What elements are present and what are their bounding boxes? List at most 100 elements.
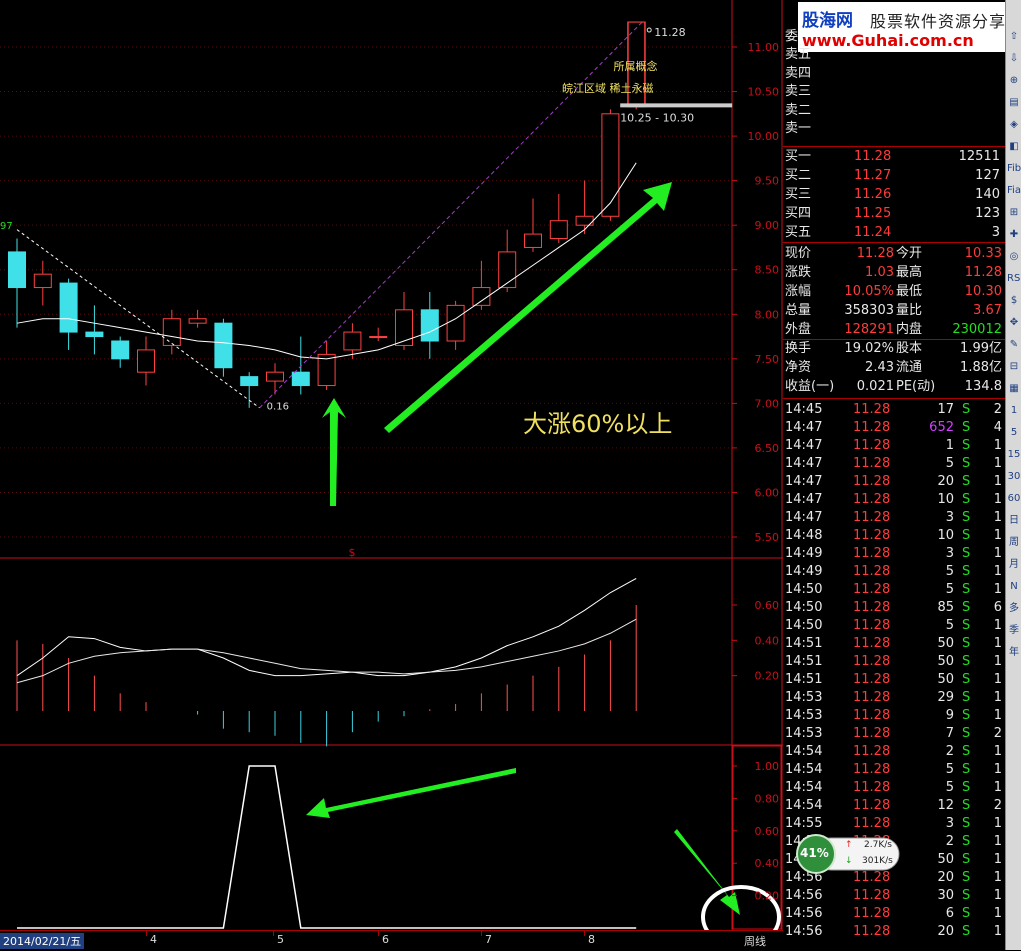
month-tick-label: 5 <box>277 933 284 946</box>
tick-row[interactable]: 14:47 11.28 652 S 4 <box>784 419 1004 437</box>
bid-volume: 127 <box>975 168 1000 183</box>
sidebar-tool-icon[interactable]: 日 <box>1007 514 1021 528</box>
sidebar-tool-icon[interactable]: ⊞ <box>1007 206 1021 220</box>
tick-row[interactable]: 14:51 11.28 50 S 1 <box>784 653 1004 671</box>
sidebar-tool-icon[interactable]: 1 <box>1007 404 1021 418</box>
tick-price: 11.28 <box>853 528 891 543</box>
tick-price: 11.28 <box>853 510 891 525</box>
quote-label: 今开 <box>896 246 923 261</box>
price-axis-label: 10.00 <box>748 130 780 143</box>
tick-row[interactable]: 14:51 11.28 50 S 1 <box>784 671 1004 689</box>
candle-body-down <box>420 309 439 342</box>
tick-row[interactable]: 14:54 11.28 12 S 2 <box>784 797 1004 815</box>
price-axis-label: 9.50 <box>755 175 780 188</box>
quote-label: 涨跌 <box>785 265 812 280</box>
tick-row[interactable]: 14:47 11.28 10 S 1 <box>784 491 1004 509</box>
tick-count: 1 <box>993 546 1002 561</box>
tick-side: S <box>962 762 971 777</box>
macd-axis-label: 0.20 <box>755 670 780 683</box>
bid-label: 买二 <box>785 168 812 183</box>
quote-label: PE(动) <box>896 379 936 394</box>
tick-count: 1 <box>993 582 1002 597</box>
sidebar-tool-icon[interactable]: ⇩ <box>1007 52 1021 66</box>
tick-row[interactable]: 14:53 11.28 9 S 1 <box>784 707 1004 725</box>
sidebar-tool-icon[interactable]: 15 <box>1007 448 1021 462</box>
tick-row[interactable]: 14:54 11.28 5 S 1 <box>784 761 1004 779</box>
ask-label: 卖三 <box>785 84 812 99</box>
tick-row[interactable]: 14:49 11.28 5 S 1 <box>784 563 1004 581</box>
period-label[interactable]: 周线 <box>744 933 766 949</box>
sidebar-tool-icon[interactable]: ✚ <box>1007 228 1021 242</box>
sidebar-tool-icon[interactable]: RSI <box>1007 272 1021 286</box>
sidebar-tool-icon[interactable]: 30 <box>1007 470 1021 484</box>
candle-body-up <box>395 309 413 346</box>
candle-body-down <box>8 251 26 289</box>
sidebar-tool-icon[interactable]: Fia <box>1007 184 1021 198</box>
sidebar-tool-icon[interactable]: ◈ <box>1007 118 1021 132</box>
sidebar-tool-icon[interactable]: 多 <box>1007 602 1021 616</box>
tick-side: S <box>962 906 971 921</box>
sidebar-tool-icon[interactable]: 60 <box>1007 492 1021 506</box>
sidebar-tool-icon[interactable]: ⇧ <box>1007 30 1021 44</box>
tick-volume: 20 <box>937 870 954 885</box>
tick-time: 14:47 <box>785 456 823 471</box>
tick-row[interactable]: 14:56 11.28 20 S 1 <box>784 923 1004 941</box>
sidebar-tool-icon[interactable]: 年 <box>1007 646 1021 660</box>
quote-value: 3.67 <box>973 303 1002 318</box>
tick-time: 14:56 <box>785 924 823 939</box>
tick-row[interactable]: 14:53 11.28 7 S 2 <box>784 725 1004 743</box>
tick-time: 14:47 <box>785 510 823 525</box>
sidebar-tool-icon[interactable]: ◎ <box>1007 250 1021 264</box>
tick-row[interactable]: 14:47 11.28 1 S 1 <box>784 437 1004 455</box>
candle-body-up <box>446 304 465 342</box>
tick-row[interactable]: 14:51 11.28 50 S 1 <box>784 635 1004 653</box>
tick-row[interactable]: 14:50 11.28 85 S 6 <box>784 599 1004 617</box>
tick-row[interactable]: 14:47 11.28 5 S 1 <box>784 455 1004 473</box>
tick-row[interactable]: 14:55 11.28 3 S 1 <box>784 815 1004 833</box>
sidebar-tool-icon[interactable]: ✥ <box>1007 316 1021 330</box>
quote-value: 230012 <box>952 322 1002 337</box>
tick-side: S <box>962 744 971 759</box>
tick-row[interactable]: 14:49 11.28 3 S 1 <box>784 545 1004 563</box>
sidebar-tool-icon[interactable]: 月 <box>1007 558 1021 572</box>
tick-row[interactable]: 14:45 11.28 17 S 2 <box>784 401 1004 419</box>
sidebar-tool-icon[interactable]: ◧ <box>1007 140 1021 154</box>
sidebar-tool-icon[interactable]: ⊟ <box>1007 360 1021 374</box>
sidebar-tool-icon[interactable]: N <box>1007 580 1021 594</box>
tick-volume: 20 <box>937 474 954 489</box>
tick-count: 1 <box>993 888 1002 903</box>
quote-value: 10.33 <box>964 246 1002 261</box>
tick-row[interactable]: 14:53 11.28 29 S 1 <box>784 689 1004 707</box>
sidebar-tool-icon[interactable]: ✎ <box>1007 338 1021 352</box>
sidebar-tool-icon[interactable]: $ <box>1007 294 1021 308</box>
tick-row[interactable]: 14:47 11.28 3 S 1 <box>784 509 1004 527</box>
tick-row[interactable]: 14:54 11.28 2 S 1 <box>784 743 1004 761</box>
sidebar-tool-icon[interactable]: Fib <box>1007 162 1021 176</box>
tick-row[interactable]: 14:50 11.28 5 S 1 <box>784 617 1004 635</box>
tick-side: S <box>962 510 971 525</box>
bid-volume: 12511 <box>958 149 1000 164</box>
sidebar-tool-icon[interactable]: 季 <box>1007 624 1021 638</box>
tick-volume: 17 <box>937 402 954 417</box>
tick-row[interactable]: 14:54 11.28 5 S 1 <box>784 779 1004 797</box>
tick-row[interactable]: 14:56 11.28 30 S 1 <box>784 887 1004 905</box>
sidebar-tool-icon[interactable]: ▦ <box>1007 382 1021 396</box>
ask-row: 卖五 <box>784 46 1004 64</box>
quote-label: 换手 <box>785 341 812 356</box>
tick-row[interactable]: 14:50 11.28 5 S 1 <box>784 581 1004 599</box>
quote-row: 换手 19.02% 股本 1.99亿 <box>784 340 1004 358</box>
network-speed-widget[interactable]: 41% ↑ 2.7K/s ↓ 301K/s <box>795 834 901 874</box>
sidebar-tool-icon[interactable]: 周 <box>1007 536 1021 550</box>
sidebar-tool-icon[interactable]: ▤ <box>1007 96 1021 110</box>
sidebar-tool-icon[interactable]: ⊕ <box>1007 74 1021 88</box>
sidebar-tool-icon[interactable]: 5 <box>1007 426 1021 440</box>
tick-row[interactable]: 14:56 11.28 6 S 1 <box>784 905 1004 923</box>
indicator-line <box>17 765 637 929</box>
tick-count: 1 <box>993 528 1002 543</box>
tick-time: 14:55 <box>785 816 823 831</box>
tick-row[interactable]: 14:48 11.28 10 S 1 <box>784 527 1004 545</box>
quote-label: 现价 <box>785 246 812 261</box>
tick-side: S <box>962 816 971 831</box>
tick-row[interactable]: 14:47 11.28 20 S 1 <box>784 473 1004 491</box>
tick-volume: 20 <box>937 924 954 939</box>
